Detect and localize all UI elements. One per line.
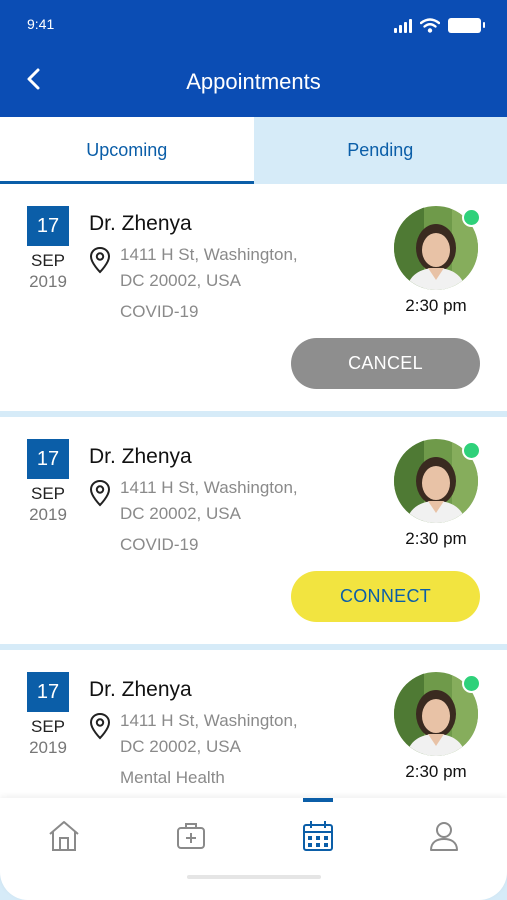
location-pin-icon bbox=[89, 712, 111, 740]
wifi-icon bbox=[420, 18, 440, 33]
page-title: Appointments bbox=[186, 69, 321, 94]
tab-upcoming[interactable]: Upcoming bbox=[0, 117, 254, 184]
date-month: SEP bbox=[30, 251, 66, 270]
doctor-name: Dr. Zhenya bbox=[89, 445, 192, 468]
address-line-2: DC 20002, USA bbox=[120, 737, 241, 756]
app-header: 9:41 Appointments bbox=[0, 0, 507, 117]
active-tab-indicator bbox=[303, 798, 333, 802]
appointment-time: 2:30 pm bbox=[405, 762, 467, 781]
appointment-time: 2:30 pm bbox=[405, 296, 467, 315]
cancel-button[interactable]: CANCEL bbox=[291, 338, 480, 389]
date-day: 17 bbox=[27, 439, 69, 479]
profile-icon[interactable] bbox=[424, 816, 464, 856]
address-line-1: 1411 H St, Washington, bbox=[120, 711, 298, 730]
home-indicator bbox=[187, 875, 321, 879]
tab-pending[interactable]: Pending bbox=[253, 117, 507, 184]
signal-icon bbox=[394, 18, 412, 33]
location-pin-icon bbox=[89, 246, 111, 274]
date-year: 2019 bbox=[29, 738, 67, 757]
appointment-tabs: Upcoming Pending bbox=[0, 117, 507, 184]
battery-icon bbox=[448, 18, 485, 33]
address-line-2: DC 20002, USA bbox=[120, 271, 241, 290]
location-pin-icon bbox=[89, 479, 111, 507]
date-day: 17 bbox=[27, 672, 69, 712]
appointment-card[interactable]: 17 SEP 2019 Dr. Zhenya 1411 H St, Washin… bbox=[0, 650, 507, 798]
online-status-icon bbox=[462, 441, 481, 460]
doctor-name: Dr. Zhenya bbox=[89, 212, 192, 235]
address-line-1: 1411 H St, Washington, bbox=[120, 245, 298, 264]
date-year: 2019 bbox=[29, 505, 67, 524]
address-line-2: DC 20002, USA bbox=[120, 504, 241, 523]
doctor-name: Dr. Zhenya bbox=[89, 678, 192, 701]
date-year: 2019 bbox=[29, 272, 67, 291]
appointment-reason: COVID-19 bbox=[120, 302, 199, 321]
online-status-icon bbox=[462, 674, 481, 693]
medical-kit-icon[interactable] bbox=[171, 816, 211, 856]
address-line-1: 1411 H St, Washington, bbox=[120, 478, 298, 497]
online-status-icon bbox=[462, 208, 481, 227]
connect-button[interactable]: CONNECT bbox=[291, 571, 480, 622]
date-month: SEP bbox=[30, 484, 66, 503]
date-month: SEP bbox=[30, 717, 66, 736]
appointment-time: 2:30 pm bbox=[405, 529, 467, 548]
appointment-reason: COVID-19 bbox=[120, 535, 199, 554]
appointment-card[interactable]: 17 SEP 2019 Dr. Zhenya 1411 H St, Washin… bbox=[0, 184, 507, 411]
date-day: 17 bbox=[27, 206, 69, 246]
status-time: 9:41 bbox=[27, 16, 55, 32]
home-icon[interactable] bbox=[44, 816, 84, 856]
status-icons bbox=[394, 18, 485, 33]
appointment-reason: Mental Health bbox=[120, 768, 225, 787]
bottom-nav bbox=[0, 798, 507, 900]
appointment-card[interactable]: 17 SEP 2019 Dr. Zhenya 1411 H St, Washin… bbox=[0, 417, 507, 644]
calendar-icon[interactable] bbox=[298, 816, 338, 856]
